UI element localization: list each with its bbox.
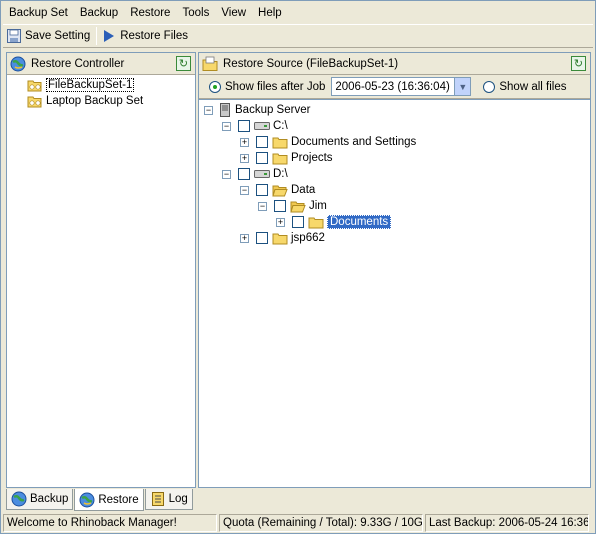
tree-label: Backup Server <box>235 104 311 116</box>
restore-source-icon <box>202 56 218 72</box>
status-last-backup: Last Backup: 2006-05-24 16:36 <box>425 514 589 532</box>
job-select-value: 2006-05-23 (16:36:04) <box>335 80 450 93</box>
tree-node-documents-and-settings[interactable]: + Documents and Settings <box>240 134 416 150</box>
tree-label: Projects <box>291 152 333 164</box>
collapse-icon[interactable]: − <box>222 169 231 179</box>
tab-restore-label: Restore <box>98 493 139 506</box>
menu-tools[interactable]: Tools <box>176 3 215 23</box>
tree-checkbox[interactable] <box>256 152 268 164</box>
tree-node-jim[interactable]: − Jim <box>258 198 327 214</box>
expand-icon[interactable]: + <box>240 137 249 147</box>
tree-checkbox[interactable] <box>238 168 250 180</box>
folder-icon <box>272 152 288 165</box>
status-bar: Welcome to Rhinoback Manager! Quota (Rem… <box>3 514 593 532</box>
toolbar: Save Setting Restore Files <box>3 24 593 48</box>
tab-backup[interactable]: Backup <box>6 489 74 510</box>
menu-backup-set[interactable]: Backup Set <box>3 3 74 23</box>
server-icon <box>220 103 230 117</box>
collapse-icon[interactable]: − <box>204 105 213 115</box>
tab-restore[interactable]: Restore <box>74 489 144 511</box>
menu-restore[interactable]: Restore <box>124 3 176 23</box>
save-icon <box>7 29 21 43</box>
expand-icon[interactable]: + <box>240 233 249 243</box>
tree-label-selected: Documents <box>327 215 392 229</box>
app-window: Backup Set Backup Restore Tools View Hel… <box>0 0 596 534</box>
tree-checkbox[interactable] <box>292 216 304 228</box>
tree-label: D:\ <box>273 168 288 180</box>
backup-set-icon <box>27 79 43 92</box>
folder-icon <box>272 232 288 245</box>
tree-label: Data <box>291 184 316 196</box>
tree-node-c-drive[interactable]: − C:\ <box>222 118 288 134</box>
tree-checkbox[interactable] <box>256 184 268 196</box>
tree-node-documents[interactable]: + Documents <box>276 214 392 230</box>
folder-icon <box>272 136 288 149</box>
restore-controller-title: Restore Controller <box>31 57 125 70</box>
restore-controller-header: Restore Controller ↻ <box>7 53 195 75</box>
expand-icon[interactable]: + <box>240 153 249 163</box>
collapse-icon[interactable]: − <box>240 185 249 195</box>
menu-view[interactable]: View <box>215 3 252 23</box>
tree-node-d-drive[interactable]: − D:\ <box>222 166 288 182</box>
drive-icon <box>254 121 270 131</box>
backup-set-item[interactable]: Laptop Backup Set <box>27 93 143 109</box>
status-quota: Quota (Remaining / Total): 9.33G / 10G <box>219 514 423 532</box>
backup-set-label: Laptop Backup Set <box>46 95 144 107</box>
restore-source-title: Restore Source (FileBackupSet-1) <box>223 57 399 70</box>
tree-label: jsp662 <box>291 232 325 244</box>
show-all-files-label: Show all files <box>499 80 567 93</box>
menu-backup[interactable]: Backup <box>74 3 124 23</box>
save-setting-label: Save Setting <box>25 30 91 42</box>
restore-source-header: Restore Source (FileBackupSet-1) ↻ <box>199 53 590 75</box>
tab-log[interactable]: Log <box>144 489 193 510</box>
tree-label: Jim <box>309 200 327 212</box>
expand-icon[interactable]: + <box>276 217 285 227</box>
open-folder-icon <box>290 200 306 213</box>
collapse-icon[interactable]: − <box>258 201 267 211</box>
save-setting-button[interactable]: Save Setting <box>3 25 94 47</box>
job-select[interactable]: 2006-05-23 (16:36:04) ▼ <box>331 77 472 96</box>
tree-node-backup-server[interactable]: − Backup Server <box>204 102 310 118</box>
refresh-icon[interactable]: ↻ <box>571 56 586 71</box>
restore-source-panel: Restore Source (FileBackupSet-1) ↻ Show … <box>198 52 591 488</box>
status-welcome: Welcome to Rhinoback Manager! <box>3 514 217 532</box>
refresh-icon[interactable]: ↻ <box>176 56 191 71</box>
tree-checkbox[interactable] <box>256 232 268 244</box>
tree-checkbox[interactable] <box>274 200 286 212</box>
globe-icon <box>79 492 95 508</box>
show-all-files-radio[interactable] <box>483 80 496 93</box>
tab-log-label: Log <box>168 493 188 505</box>
backup-set-icon <box>27 95 43 108</box>
tab-backup-label: Backup <box>30 493 69 505</box>
tree-node-projects[interactable]: + Projects <box>240 150 333 166</box>
toolbar-separator <box>96 27 98 45</box>
backup-set-item[interactable]: FileBackupSet-1 <box>27 77 135 93</box>
log-icon <box>150 491 166 507</box>
globe-icon <box>11 491 27 507</box>
globe-icon <box>10 56 26 72</box>
show-after-job-label: Show files after Job <box>225 80 326 93</box>
collapse-icon[interactable]: − <box>222 121 231 131</box>
play-icon <box>103 29 115 43</box>
backup-set-label: FileBackupSet-1 <box>46 78 135 92</box>
restore-controller-panel: Restore Controller ↻ FileBackupSet-1 Lap… <box>6 52 196 488</box>
drive-icon <box>254 169 270 179</box>
show-after-job-radio[interactable] <box>209 80 221 93</box>
open-folder-icon <box>272 184 288 197</box>
tree-label: C:\ <box>273 120 288 132</box>
bottom-tabs: Backup Restore Log <box>6 489 194 511</box>
filter-row: Show files after Job 2006-05-23 (16:36:0… <box>199 75 590 99</box>
restore-files-label: Restore Files <box>120 30 188 42</box>
restore-files-button[interactable]: Restore Files <box>99 25 192 47</box>
folder-icon <box>308 216 324 229</box>
tree-node-data[interactable]: − Data <box>240 182 315 198</box>
chevron-down-icon[interactable]: ▼ <box>454 78 471 95</box>
menu-help[interactable]: Help <box>252 3 288 23</box>
tree-checkbox[interactable] <box>256 136 268 148</box>
tree-label: Documents and Settings <box>291 136 417 148</box>
menu-bar: Backup Set Backup Restore Tools View Hel… <box>3 3 593 23</box>
tree-node-jsp662[interactable]: + jsp662 <box>240 230 325 246</box>
tree-checkbox[interactable] <box>238 120 250 132</box>
file-tree: − Backup Server − C:\ + Documents and Se… <box>199 99 590 487</box>
